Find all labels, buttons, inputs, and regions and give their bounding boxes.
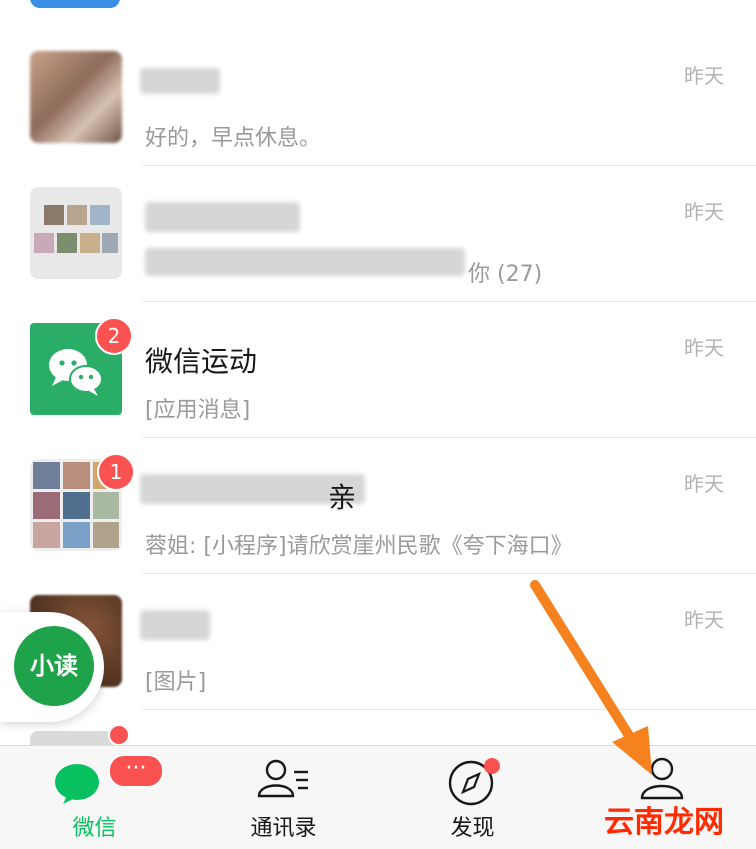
- reader-widget-label: 小读: [14, 626, 94, 706]
- chat-row[interactable]: [0, 710, 756, 745]
- unread-badge: 1: [97, 453, 135, 491]
- chat-name: 亲: [328, 481, 357, 514]
- group-avatar: [30, 187, 122, 279]
- compass-icon: [448, 758, 500, 806]
- chat-preview: [应用消息]: [145, 398, 251, 423]
- bottom-tab-bar: ··· 微信 通讯录 发现 云南龙网: [0, 745, 756, 849]
- chat-list: 好的，早点休息。 昨天 你 (27) 昨天 2 微信运动 [应用消息] 昨天 1…: [0, 0, 756, 745]
- chat-preview: 你 (27): [468, 262, 543, 287]
- watermark-logo: 云南龙网: [604, 805, 724, 840]
- chat-time: 昨天: [684, 336, 724, 360]
- chat-row[interactable]: 你 (27) 昨天: [0, 166, 756, 302]
- chat-row[interactable]: [图片] 昨天: [0, 574, 756, 710]
- blurred-preview: [145, 248, 465, 276]
- avatar: [30, 51, 122, 143]
- chat-time: 昨天: [684, 200, 724, 224]
- chat-time: 昨天: [684, 472, 724, 496]
- tab-contacts[interactable]: 通讯录: [189, 746, 378, 849]
- chat-name: 微信运动: [145, 345, 258, 378]
- chat-preview: 好的，早点休息。: [145, 126, 322, 151]
- chat-row[interactable]: 1 亲 蓉姐: [小程序]请欣赏崖州民歌《夸下海口》 昨天: [0, 438, 756, 574]
- chat-time: 昨天: [684, 64, 724, 88]
- unread-badge: 2: [95, 317, 133, 355]
- blurred-name: [145, 202, 300, 232]
- group-avatar-grid: [34, 205, 118, 253]
- partial-avatar: [30, 0, 120, 8]
- tab-label: 发现: [450, 816, 495, 841]
- chat-preview: 蓉姐: [小程序]请欣赏崖州民歌《夸下海口》: [145, 534, 573, 559]
- tab-discover[interactable]: 发现: [378, 746, 567, 849]
- blurred-name: [140, 68, 220, 94]
- tab-label: 通讯录: [250, 816, 317, 841]
- chat-row[interactable]: 2 微信运动 [应用消息] 昨天: [0, 302, 756, 438]
- unread-badge: ···: [108, 754, 164, 788]
- blurred-name: [140, 610, 210, 640]
- chat-time: 昨天: [684, 608, 724, 632]
- chat-row[interactable]: 好的，早点休息。 昨天: [0, 30, 756, 166]
- tab-wechat[interactable]: ··· 微信: [0, 746, 189, 849]
- contacts-icon: [257, 759, 308, 798]
- chat-preview: [图片]: [145, 670, 207, 695]
- tab-label: 微信: [72, 816, 117, 841]
- unread-dot: [108, 724, 130, 745]
